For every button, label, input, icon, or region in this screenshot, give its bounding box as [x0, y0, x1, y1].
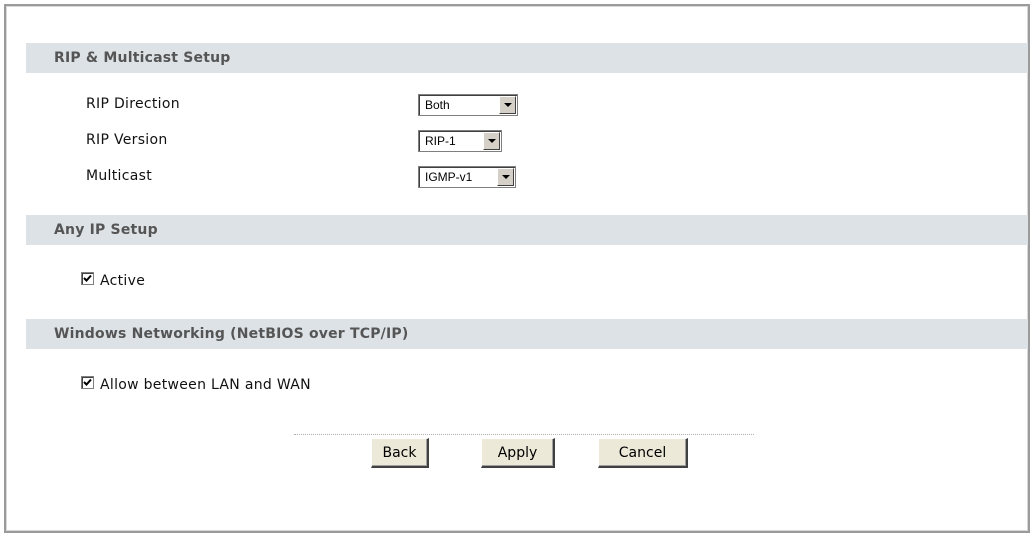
allow-lan-wan-label: Allow between LAN and WAN — [100, 377, 311, 393]
cancel-button[interactable]: Cancel — [598, 438, 688, 468]
separator — [294, 434, 754, 435]
settings-panel: RIP & Multicast Setup RIP Direction Both… — [4, 4, 1030, 533]
chevron-down-icon[interactable] — [499, 96, 516, 114]
multicast-value: IGMP-v1 — [425, 170, 473, 184]
any-ip-section-header: Any IP Setup — [26, 215, 1028, 245]
active-checkbox[interactable] — [81, 272, 94, 285]
multicast-select[interactable]: IGMP-v1 — [418, 166, 516, 188]
apply-button[interactable]: Apply — [481, 438, 555, 468]
chevron-down-icon[interactable] — [497, 168, 514, 186]
rip-direction-label: RIP Direction — [86, 96, 180, 112]
rip-multicast-section-header: RIP & Multicast Setup — [26, 43, 1028, 73]
checkmark-icon — [83, 274, 92, 282]
back-button[interactable]: Back — [371, 438, 429, 468]
multicast-label: Multicast — [86, 168, 152, 184]
netbios-section-header: Windows Networking (NetBIOS over TCP/IP) — [26, 319, 1028, 349]
rip-version-value: RIP-1 — [425, 134, 456, 148]
rip-version-label: RIP Version — [86, 132, 168, 148]
active-label: Active — [100, 273, 146, 289]
rip-direction-select[interactable]: Both — [418, 94, 518, 116]
rip-direction-value: Both — [425, 98, 450, 112]
chevron-down-icon[interactable] — [483, 132, 500, 150]
checkmark-icon — [83, 378, 92, 386]
allow-lan-wan-checkbox[interactable] — [81, 376, 94, 389]
rip-version-select[interactable]: RIP-1 — [418, 130, 502, 152]
